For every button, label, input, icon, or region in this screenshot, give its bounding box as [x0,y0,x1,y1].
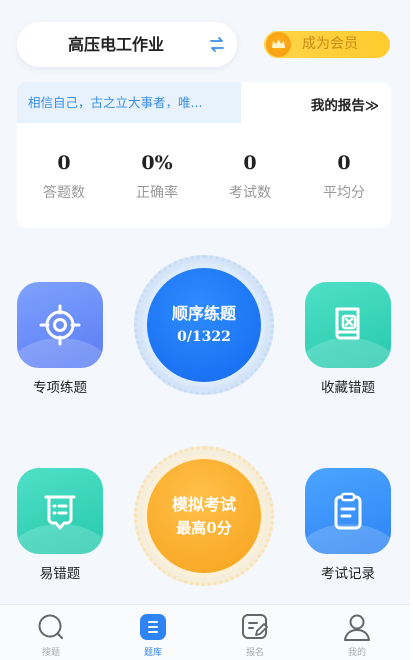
exam-records-label: 考试记录 [321,566,375,582]
special-practice-button[interactable]: 专项练题 [10,282,110,396]
stat-answered-value: 0 [57,152,71,174]
become-member-button[interactable]: 成为会员 [264,31,390,58]
my-report-link[interactable]: 我的报告≫ [311,94,379,114]
stat-average-value: 0 [337,152,351,174]
collected-errors-label: 收藏错题 [321,380,375,396]
exam-records-button[interactable]: 考试记录 [298,468,398,582]
search-icon [38,614,64,640]
stat-accuracy-label: 正确率 [136,185,178,201]
clipboard-icon [334,492,362,530]
tab-question-bank-label: 题库 [143,648,162,658]
error-prone-label: 易错题 [39,566,81,582]
mock-exam-best: 最高0分 [176,519,232,537]
tab-signup[interactable]: 报名 [204,605,306,660]
tab-search[interactable]: 搜题 [0,605,102,660]
subject-selector[interactable]: 高压电工作业 [17,22,237,67]
stat-exams-label: 考试数 [229,185,271,201]
swap-icon[interactable] [209,36,225,53]
stat-average: 0 平均分 [304,152,384,202]
tab-question-bank[interactable]: 题库 [102,605,204,660]
sequential-practice-button[interactable]: 顺序练题 0/1322 [134,255,274,395]
bottom-tab-bar: 搜题 题库 报名 我的 [0,604,410,660]
stat-exams-value: 0 [243,152,257,174]
page: 高压电工作业 成为会员 相信自己，古之立大事者，唯... 我的报告≫ 0 答题数… [0,0,410,660]
target-icon [39,304,81,346]
error-prone-tile [17,468,103,554]
stat-exams: 0 考试数 [210,152,290,202]
special-practice-tile [17,282,103,368]
become-member-label: 成为会员 [302,36,358,52]
stat-answered-label: 答题数 [43,185,85,201]
sequential-core: 顺序练题 0/1322 [147,268,261,382]
exam-records-tile [305,468,391,554]
book-error-icon [335,307,360,340]
error-prone-button[interactable]: 易错题 [10,468,110,582]
tab-search-label: 搜题 [41,648,60,658]
tab-signup-label: 报名 [245,648,264,658]
tab-mine-label: 我的 [347,648,366,658]
motto-banner: 相信自己，古之立大事者，唯... [17,82,241,123]
mock-exam-title: 模拟考试 [171,495,236,514]
special-practice-label: 专项练题 [33,380,87,396]
mock-exam-button[interactable]: 模拟考试 最高0分 [134,446,274,586]
crown-icon [266,32,291,57]
sequential-title: 顺序练题 [171,304,236,323]
stat-accuracy: 0% 正确率 [117,152,197,202]
collected-errors-tile [305,282,391,368]
subject-title: 高压电工作业 [67,35,164,54]
tab-mine[interactable]: 我的 [306,605,408,660]
mock-exam-core: 模拟考试 最高0分 [147,459,261,573]
collected-errors-button[interactable]: 收藏错题 [298,282,398,396]
signup-icon [242,614,268,639]
clipboard-list-icon [44,495,76,530]
report-card: 相信自己，古之立大事者，唯... 我的报告≫ 0 答题数 0% 正确率 0 考试… [17,82,391,228]
question-bank-icon [140,614,166,640]
stat-average-label: 平均分 [323,185,365,201]
sequential-progress: 0/1322 [177,329,231,345]
user-icon [344,614,370,641]
stat-accuracy-value: 0% [141,152,173,174]
stat-answered: 0 答题数 [24,152,104,202]
